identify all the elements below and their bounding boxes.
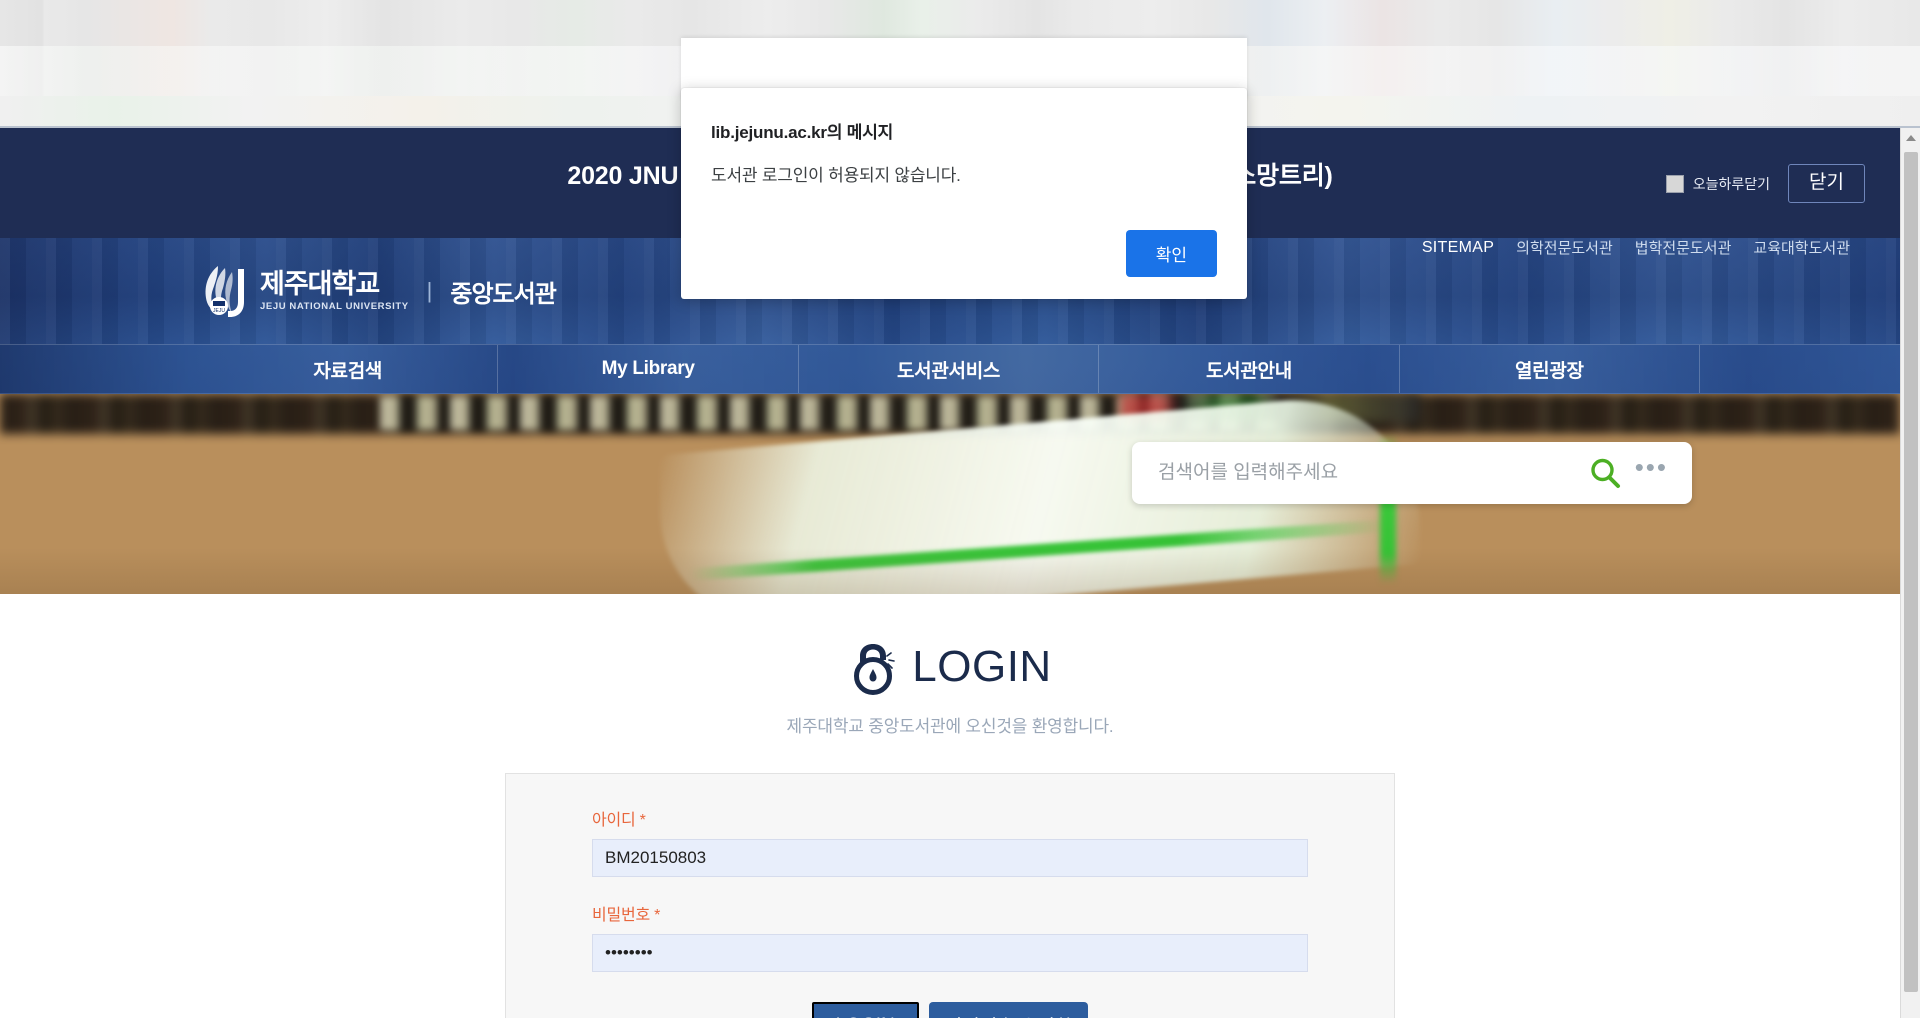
alert-dialog-origin: lib.jejunu.ac.kr의 메시지 — [711, 123, 894, 142]
alert-dialog-message: 도서관 로그인이 허용되지 않습니다. — [711, 166, 961, 185]
sitemap-link[interactable]: SITEMAP — [1422, 239, 1494, 257]
logo-separator: | — [426, 278, 433, 303]
logo-university-kr: 제주대학교 — [260, 269, 380, 300]
id-label-text: 아이디 — [592, 812, 636, 829]
login-heading: LOGIN — [0, 638, 1900, 696]
svg-text:JEJU: JEJU — [213, 308, 225, 314]
search-icon[interactable] — [1587, 455, 1623, 491]
login-section: LOGIN 제주대학교 중앙도서관에 오신것을 환영합니다. 아이디* 비밀번호… — [0, 594, 1900, 1018]
site-logo-text: 제주대학교 JEJU NATIONAL UNIVERSITY | 중앙도서관 — [260, 269, 557, 312]
alert-ok-button[interactable]: 확인 — [1125, 230, 1217, 277]
screen: 2020 JNU 책 읽 라인 소망트리) 오늘하루닫기 닫기 JEJU 제주대… — [0, 0, 1920, 1018]
login-title: LOGIN — [912, 642, 1052, 691]
id-input[interactable] — [592, 839, 1308, 877]
alert-dialog-actions: 확인 — [711, 230, 1217, 277]
chevron-up-icon — [1906, 135, 1916, 141]
login-button[interactable]: LOGIN — [811, 1002, 919, 1018]
scrollbar-thumb[interactable] — [1904, 152, 1918, 992]
login-subtitle: 제주대학교 중앙도서관에 오신것을 환영합니다. — [786, 717, 1114, 736]
notice-banner-controls: 오늘하루닫기 닫기 — [1665, 164, 1865, 203]
search-more-options-icon[interactable]: ••• — [1635, 452, 1692, 483]
nav-item-my-library[interactable]: My Library — [498, 345, 799, 393]
lock-icon — [854, 644, 896, 695]
login-form-card: 아이디* 비밀번호* LOGIN 비밀번호 초기화 — [505, 773, 1395, 1018]
password-input[interactable] — [592, 934, 1308, 972]
today-close-label: 오늘하루닫기 — [1692, 175, 1771, 192]
logo-library-name: 중앙도서관 — [450, 280, 556, 308]
field-spacer — [592, 877, 1308, 901]
search-input[interactable] — [1132, 462, 1587, 484]
jeju-university-emblem-icon: JEJU — [205, 266, 244, 317]
scrollbar-up-button[interactable] — [1901, 128, 1920, 148]
password-label-text: 비밀번호 — [592, 907, 651, 924]
header-utility-links: SITEMAP 의학전문도서관 법학전문도서관 교육대학도서관 — [1422, 237, 1850, 258]
today-close-toggle[interactable]: 오늘하루닫기 — [1665, 174, 1771, 194]
nav-item-library-info[interactable]: 도서관안내 — [1099, 345, 1400, 393]
nav-right-spacer — [1700, 345, 1900, 393]
nav-item-library-service[interactable]: 도서관서비스 — [799, 345, 1100, 393]
id-field-label: 아이디 * — [592, 806, 1308, 830]
education-library-link[interactable]: 교육대학도서관 — [1753, 237, 1850, 258]
hero-shadow-fade — [0, 548, 1900, 594]
alert-dialog: lib.jejunu.ac.kr의 메시지 도서관 로그인이 허용되지 않습니다… — [681, 88, 1247, 299]
law-library-link[interactable]: 법학전문도서관 — [1635, 237, 1732, 258]
hero-banner: ••• — [0, 394, 1900, 594]
login-button-row: LOGIN 비밀번호 초기화 — [592, 1002, 1308, 1018]
logo-university-block: 제주대학교 JEJU NATIONAL UNIVERSITY — [260, 269, 409, 312]
id-required-marker: * — [639, 812, 646, 829]
password-reset-button[interactable]: 비밀번호 초기화 — [928, 1002, 1089, 1018]
password-field-label: 비밀번호 * — [592, 901, 1308, 925]
search-box: ••• — [1132, 442, 1692, 504]
close-banner-button[interactable]: 닫기 — [1788, 164, 1865, 203]
logo-university-en: JEJU NATIONAL UNIVERSITY — [260, 300, 409, 312]
nav-item-search[interactable]: 자료검색 — [198, 345, 499, 393]
medical-library-link[interactable]: 의학전문도서관 — [1516, 237, 1613, 258]
main-navigation: 자료검색 My Library 도서관서비스 도서관안내 열린광장 — [0, 344, 1900, 394]
password-required-marker: * — [654, 907, 661, 924]
nav-left-spacer — [0, 345, 198, 393]
site-logo[interactable]: JEJU 제주대학교 JEJU NATIONAL UNIVERSITY | 중앙… — [198, 262, 557, 320]
vertical-scrollbar[interactable] — [1900, 128, 1920, 1018]
today-close-checkbox[interactable] — [1665, 174, 1684, 193]
nav-item-open-plaza[interactable]: 열린광장 — [1400, 345, 1701, 393]
